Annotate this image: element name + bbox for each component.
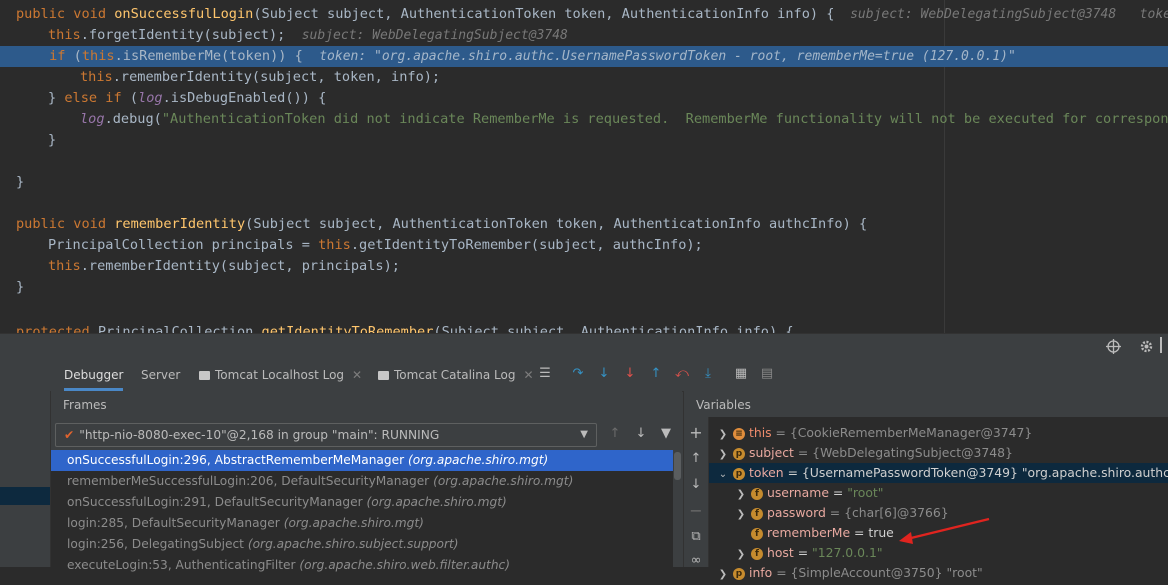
code-line[interactable]: public void rememberIdentity(Subject sub… [16,214,867,235]
variables-toolbar: + ↑ ↓ − ⧉ ∞ [684,417,709,568]
thread-selector[interactable]: ✔ "http-nio-8080-exec-10"@2,168 in group … [55,423,597,447]
frames-list[interactable]: onSuccessfulLogin:296, AbstractRememberM… [51,450,673,572]
trace-icon[interactable]: ▤ [759,366,775,382]
parameter-icon: p [733,567,745,580]
frames-scrollbar[interactable] [673,450,682,567]
arrow-down-icon[interactable]: ↓ [633,426,649,442]
chevron-right-icon[interactable]: ❯ [717,425,729,445]
frame-item[interactable]: onSuccessfulLogin:291, DefaultSecurityMa… [51,492,673,513]
annotation-arrow-icon [899,517,990,544]
close-icon[interactable]: ✕ [352,368,362,382]
check-icon: ✔ [64,428,75,442]
variables-tree[interactable]: ❯ ≡ this = {CookieRememberMeManager@3747} … [709,417,1168,580]
chevron-right-icon[interactable]: ❯ [717,565,729,585]
strip-selection [0,487,50,505]
frame-item[interactable]: login:256, DelegatingSubject (org.apache… [51,534,673,555]
minimize-icon[interactable] [1160,337,1168,353]
code-line[interactable]: } else if (log.isDebugEnabled()) { [48,88,326,109]
field-icon: f [751,547,763,560]
step-over-icon[interactable]: ↷ [570,366,586,382]
frame-item[interactable]: executeLogin:53, AuthenticatingFilter (o… [51,555,673,576]
close-icon[interactable]: ✕ [523,368,533,382]
code-line[interactable]: this.forgetIdentity(subject); subject: W… [48,25,568,46]
run-to-cursor-icon[interactable]: ⤓ [700,366,716,382]
field-icon: f [751,507,763,520]
arrow-up-icon[interactable]: ↑ [688,451,704,467]
code-line[interactable]: protected PrincipalCollection getIdentit… [16,322,794,333]
chevron-down-icon: ▼ [580,429,588,440]
parameter-icon: p [733,467,745,480]
chevron-right-icon[interactable]: ❯ [717,445,729,465]
code-line[interactable]: } [16,172,24,193]
step-into-icon[interactable]: ↓ [596,366,612,382]
frames-title: Frames [63,398,107,412]
console-icon [378,371,389,380]
frame-item[interactable]: login:285, DefaultSecurityManager (org.a… [51,513,673,534]
tab-server[interactable]: Server [141,359,180,391]
variable-row[interactable]: ❯ f host = "127.0.0.1" [735,543,883,563]
add-watch-icon[interactable]: + [688,425,704,441]
step-out-icon[interactable]: ↑ [648,366,664,382]
variable-row[interactable]: ❯ p subject = {WebDelegatingSubject@3748} [717,443,1013,463]
variable-row[interactable]: ❯ f username = "root" [735,483,884,505]
tab-debugger[interactable]: Debugger [64,359,124,391]
variables-title: Variables [696,398,751,412]
console-icon [199,371,210,380]
tool-window-header [0,333,1168,360]
crosshair-icon[interactable] [1106,339,1121,354]
field-icon: ≡ [733,427,745,440]
inline-debug-hint: token: "org.apache.shiro.authc.UsernameP… [319,49,1016,64]
debug-tool-window: Debugger Server Tomcat Localhost Log ✕ To… [0,333,1168,580]
parameter-icon: p [733,447,745,460]
code-line[interactable]: public void onSuccessfulLogin(Subject su… [16,4,1168,25]
remove-watch-icon[interactable]: − [688,503,704,519]
field-icon: f [751,487,763,500]
inline-debug-hint: subject: WebDelegatingSubject@3748 [301,28,568,43]
variables-panel: Variables + ↑ ↓ − ⧉ ∞ ❯ ≡ this = {CookieRe… [683,391,1168,580]
chevron-right-icon[interactable]: ❯ [735,485,747,505]
tab-tomcat-localhost-log[interactable]: Tomcat Localhost Log ✕ [199,359,362,391]
debug-tab-bar: Debugger Server Tomcat Localhost Log ✕ To… [0,359,1168,392]
variable-row-selected[interactable]: ⌄ p token = {UsernamePasswordToken@3749} "… [709,463,1168,483]
code-line[interactable]: } [48,130,56,151]
force-step-into-icon[interactable]: ↓ [622,366,638,382]
variable-row[interactable]: ❯ ≡ this = {CookieRememberMeManager@3747} [717,423,1032,443]
code-line[interactable]: PrincipalCollection principals = this.ge… [48,235,703,256]
frames-panel: Frames ✔ "http-nio-8080-exec-10"@2,168 in… [51,391,682,572]
tab-tomcat-catalina-log[interactable]: Tomcat Catalina Log ✕ [378,359,534,391]
evaluate-expression-icon[interactable]: ▦ [733,366,749,382]
code-line[interactable]: } [16,277,24,298]
gear-icon[interactable] [1139,339,1154,354]
code-editor[interactable]: public void onSuccessfulLogin(Subject su… [0,0,1168,333]
variable-row[interactable]: ❯ p info = {SimpleAccount@3750} "root" [717,563,983,583]
debug-left-strip [0,391,51,567]
inline-debug-hint: subject: WebDelegatingSubject@3748 token… [850,7,1168,22]
frame-item-selected[interactable]: onSuccessfulLogin:296, AbstractRememberM… [51,450,673,471]
arrow-up-icon[interactable]: ↑ [607,426,623,442]
chevron-right-icon[interactable]: ❯ [735,505,747,525]
chevron-down-icon[interactable]: ⌄ [717,465,729,485]
frame-item[interactable]: rememberMeSuccessfulLogin:206, DefaultSe… [51,471,673,492]
copy-icon[interactable]: ⧉ [688,529,704,545]
code-line[interactable]: log.debug("AuthenticationToken did not i… [80,109,1168,130]
menu-icon[interactable]: ☰ [537,366,553,382]
drop-frame-icon[interactable]: ⤺ [674,366,690,382]
current-execution-line[interactable]: if (this.isRememberMe(token)) { token: "… [0,46,1168,67]
code-line[interactable]: this.rememberIdentity(subject, token, in… [80,67,440,88]
variable-row[interactable]: f rememberMe = true [735,523,894,543]
code-line[interactable]: this.rememberIdentity(subject, principal… [48,256,400,277]
filter-icon[interactable]: ▼ [658,426,674,442]
chevron-right-icon[interactable]: ❯ [735,545,747,565]
field-icon: f [751,527,763,540]
arrow-down-icon[interactable]: ↓ [688,477,704,493]
